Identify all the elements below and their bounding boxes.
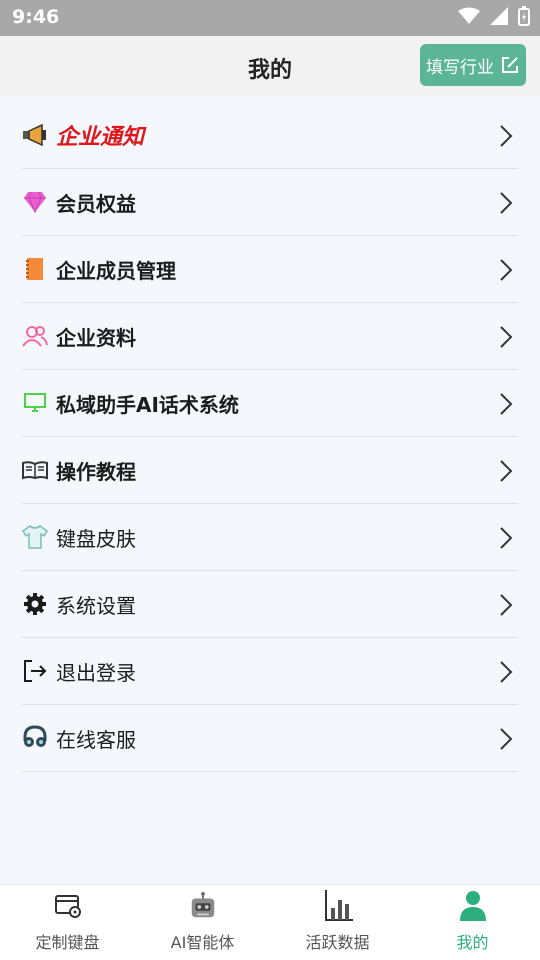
bottom-tab-bar: 定制键盘 AI智能体 活跃数据 我的: [0, 884, 540, 960]
chevron-right-icon: [500, 728, 513, 750]
monitor-icon: [22, 390, 48, 416]
edit-icon: [502, 57, 518, 73]
menu-label: 私域助手AI话术系统: [56, 392, 239, 417]
tab-active-data[interactable]: 活跃数据: [270, 885, 405, 960]
diamond-icon: [22, 189, 48, 215]
chevron-right-icon: [500, 594, 513, 616]
menu-item-ai-script-system[interactable]: 私域助手AI话术系统: [22, 370, 518, 437]
profile-icon: [458, 891, 488, 921]
bar-chart-icon: [323, 890, 353, 921]
tshirt-icon: [22, 524, 48, 550]
battery-icon: [518, 6, 530, 26]
menu-item-online-service[interactable]: 在线客服: [22, 705, 518, 772]
profile-menu: 企业通知 会员权益 企业成员管理 企业资料 私域助手AI话术系统 操作教程 键盘…: [22, 102, 518, 772]
menu-item-tutorial[interactable]: 操作教程: [22, 437, 518, 504]
logout-icon: [22, 658, 48, 684]
chevron-right-icon: [500, 661, 513, 683]
notebook-icon: [22, 256, 48, 282]
megaphone-icon: [22, 122, 48, 148]
tab-label: AI智能体: [170, 933, 235, 952]
page-header: 我的 填写行业: [0, 36, 540, 96]
chevron-right-icon: [500, 527, 513, 549]
status-time: 9:46: [12, 6, 60, 28]
headset-icon: [22, 725, 48, 751]
tab-label: 我的: [456, 933, 489, 952]
keyboard-card-icon: [53, 891, 83, 921]
chevron-right-icon: [500, 259, 513, 281]
people-icon: [22, 323, 48, 349]
tab-ai-agent[interactable]: AI智能体: [135, 885, 270, 960]
menu-label: 退出登录: [56, 660, 136, 685]
robot-icon: [188, 891, 218, 921]
fill-industry-label: 填写行业: [426, 57, 494, 78]
tab-label: 活跃数据: [305, 933, 370, 952]
menu-item-enterprise-notice[interactable]: 企业通知: [22, 102, 518, 169]
menu-item-logout[interactable]: 退出登录: [22, 638, 518, 705]
menu-item-membership[interactable]: 会员权益: [22, 169, 518, 236]
tab-custom-keyboard[interactable]: 定制键盘: [0, 885, 135, 960]
menu-label: 企业资料: [56, 325, 136, 350]
menu-label: 会员权益: [56, 191, 136, 216]
menu-item-system-settings[interactable]: 系统设置: [22, 571, 518, 638]
gear-icon: [22, 591, 48, 617]
chevron-right-icon: [500, 192, 513, 214]
chevron-right-icon: [500, 326, 513, 348]
menu-item-keyboard-skin[interactable]: 键盘皮肤: [22, 504, 518, 571]
signal-icon: [490, 7, 508, 25]
open-book-icon: [22, 457, 48, 483]
menu-item-enterprise-info[interactable]: 企业资料: [22, 303, 518, 370]
menu-label: 键盘皮肤: [56, 526, 136, 551]
chevron-right-icon: [500, 393, 513, 415]
menu-label: 操作教程: [56, 459, 136, 484]
chevron-right-icon: [500, 460, 513, 482]
menu-label: 企业成员管理: [56, 258, 176, 283]
wifi-icon: [458, 7, 480, 24]
status-icons: [458, 6, 530, 26]
tab-mine[interactable]: 我的: [405, 885, 540, 960]
tab-label: 定制键盘: [35, 933, 100, 952]
status-bar: 9:46: [0, 0, 540, 36]
menu-label: 在线客服: [56, 727, 136, 752]
fill-industry-button[interactable]: 填写行业: [420, 44, 526, 86]
chevron-right-icon: [500, 125, 513, 147]
menu-item-member-management[interactable]: 企业成员管理: [22, 236, 518, 303]
menu-label: 企业通知: [56, 125, 145, 150]
menu-label: 系统设置: [56, 593, 136, 618]
